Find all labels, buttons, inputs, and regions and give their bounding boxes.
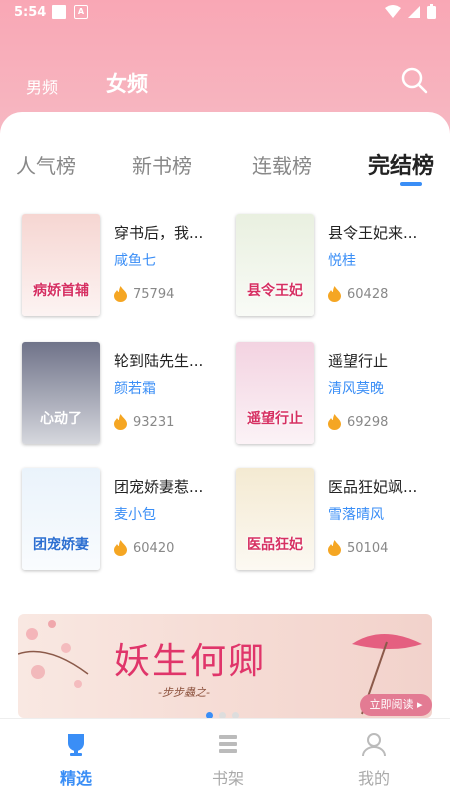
search-icon[interactable] bbox=[400, 66, 428, 94]
cover-title: 团宠娇妻 bbox=[33, 537, 89, 553]
book-cover[interactable]: 遥望行止 bbox=[236, 342, 314, 444]
cover-title: 遥望行止 bbox=[247, 411, 303, 427]
heat-value: 60420 bbox=[133, 540, 175, 556]
tab-popular[interactable]: 人气榜 bbox=[16, 150, 76, 179]
cover-title: 县令王妃 bbox=[247, 283, 303, 299]
flame-icon bbox=[114, 414, 127, 430]
wifi-icon bbox=[385, 4, 401, 18]
book-heat: 60428 bbox=[328, 286, 388, 302]
banner-title: 妖生何卿 bbox=[114, 641, 267, 682]
book-heat: 60420 bbox=[114, 540, 174, 556]
book-cover[interactable]: 县令王妃 bbox=[236, 214, 314, 316]
user-icon bbox=[362, 733, 386, 757]
book-card[interactable]: 心动了 轮到陆先生... 颜若霜 93231 bbox=[22, 342, 227, 446]
app-notification-icon: A bbox=[74, 5, 88, 19]
book-card[interactable]: 县令王妃 县令王妃来... 悦桂 60428 bbox=[236, 214, 441, 318]
book-title[interactable]: 团宠娇妻惹... bbox=[114, 476, 203, 497]
book-title[interactable]: 医品狂妃飒... bbox=[328, 476, 417, 497]
flame-icon bbox=[328, 286, 341, 302]
book-card[interactable]: 医品狂妃 医品狂妃飒... 雪落晴风 50104 bbox=[236, 468, 441, 572]
heat-value: 75794 bbox=[133, 286, 175, 302]
bookshelf-icon bbox=[219, 735, 237, 753]
book-card[interactable]: 病娇首辅 穿书后，我... 咸鱼七 75794 bbox=[22, 214, 227, 318]
book-cover[interactable]: 病娇首辅 bbox=[22, 214, 100, 316]
book-title[interactable]: 遥望行止 bbox=[328, 350, 388, 371]
status-icons bbox=[385, 4, 436, 19]
heat-value: 60428 bbox=[347, 286, 389, 302]
heat-value: 50104 bbox=[347, 540, 389, 556]
tab-male[interactable]: 男频 bbox=[26, 74, 58, 98]
tab-female[interactable]: 女频 bbox=[106, 68, 148, 98]
read-now-button[interactable]: 立即阅读 ▸ bbox=[360, 694, 432, 716]
signal-icon bbox=[408, 5, 420, 18]
blossom-decoration bbox=[18, 620, 89, 688]
cover-title: 心动了 bbox=[40, 411, 82, 427]
book-cover[interactable]: 医品狂妃 bbox=[236, 468, 314, 570]
flame-icon bbox=[328, 540, 341, 556]
book-card[interactable]: 遥望行止 遥望行止 清风莫晚 69298 bbox=[236, 342, 441, 446]
book-heat: 93231 bbox=[114, 414, 174, 430]
nav-label: 书架 bbox=[211, 769, 244, 788]
banner-author: -步步蟲之- bbox=[158, 686, 210, 699]
flame-icon bbox=[114, 286, 127, 302]
promo-banner[interactable]: 妖生何卿 -步步蟲之- 立即阅读 ▸ bbox=[18, 614, 432, 718]
nav-bookshelf[interactable]: 书架 bbox=[188, 731, 268, 789]
status-bar: 5:54 A bbox=[0, 0, 450, 26]
book-cover[interactable]: 团宠娇妻 bbox=[22, 468, 100, 570]
book-cover[interactable]: 心动了 bbox=[22, 342, 100, 444]
book-author[interactable]: 悦桂 bbox=[328, 250, 356, 270]
nav-featured[interactable]: 精选 bbox=[36, 731, 116, 789]
book-author[interactable]: 清风莫晚 bbox=[328, 378, 384, 398]
book-author[interactable]: 麦小包 bbox=[114, 504, 156, 524]
heat-value: 69298 bbox=[347, 414, 389, 430]
flame-icon bbox=[114, 540, 127, 556]
tab-completed[interactable]: 完结榜 bbox=[368, 148, 434, 180]
book-author[interactable]: 雪落晴风 bbox=[328, 504, 384, 524]
book-heat: 69298 bbox=[328, 414, 388, 430]
tab-serial[interactable]: 连载榜 bbox=[252, 150, 312, 179]
rank-tabs: 人气榜 新书榜 连载榜 完结榜 bbox=[0, 150, 450, 190]
book-title[interactable]: 轮到陆先生... bbox=[114, 350, 203, 371]
book-author[interactable]: 颜若霜 bbox=[114, 378, 156, 398]
bottom-nav: 精选 书架 我的 bbox=[0, 718, 450, 801]
nav-mine[interactable]: 我的 bbox=[334, 731, 414, 789]
nav-label: 我的 bbox=[357, 769, 390, 788]
nav-label: 精选 bbox=[59, 769, 92, 788]
book-heat: 75794 bbox=[114, 286, 174, 302]
status-time: 5:54 bbox=[14, 5, 47, 20]
book-heat: 50104 bbox=[328, 540, 388, 556]
book-title[interactable]: 穿书后，我... bbox=[114, 222, 203, 243]
trophy-icon bbox=[68, 734, 84, 756]
book-title[interactable]: 县令王妃来... bbox=[328, 222, 417, 243]
book-card[interactable]: 团宠娇妻 团宠娇妻惹... 麦小包 60420 bbox=[22, 468, 227, 572]
battery-icon bbox=[427, 4, 436, 19]
book-author[interactable]: 咸鱼七 bbox=[114, 250, 156, 270]
cover-title: 病娇首辅 bbox=[33, 283, 89, 299]
active-tab-indicator bbox=[400, 182, 422, 186]
notification-icon bbox=[52, 5, 66, 19]
tab-new[interactable]: 新书榜 bbox=[132, 150, 192, 179]
flame-icon bbox=[328, 414, 341, 430]
cover-title: 医品狂妃 bbox=[247, 537, 303, 553]
heat-value: 93231 bbox=[133, 414, 175, 430]
